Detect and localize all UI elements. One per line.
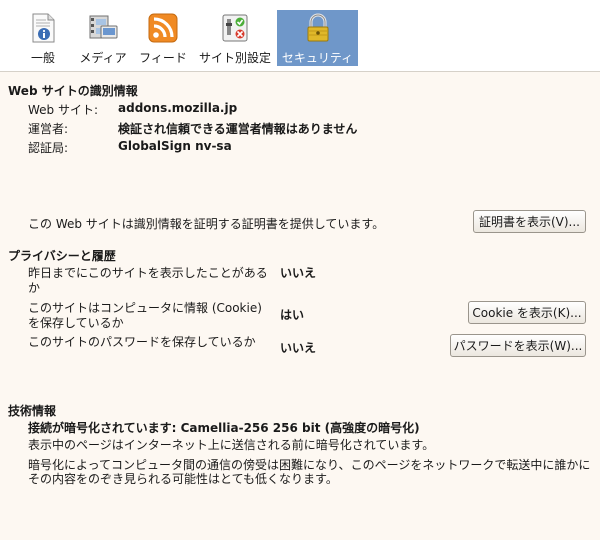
tab-media[interactable]: メディア <box>76 10 130 66</box>
website-value: addons.mozilla.jp <box>118 101 238 115</box>
identity-section-title: Web サイトの識別情報 <box>8 84 138 98</box>
encryption-status: 接続が暗号化されています: Camellia-256 256 bit (高強度の… <box>28 421 420 435</box>
owner-label: 運営者: <box>28 122 69 136</box>
info-document-icon <box>32 13 55 43</box>
owner-value: 検証され信頼できる運営者情報はありません <box>118 122 358 136</box>
password-answer: いいえ <box>280 341 317 355</box>
site-permissions-icon <box>222 14 248 42</box>
verifier-label: 認証局: <box>28 141 69 155</box>
tab-security[interactable]: セキュリティ <box>277 10 358 66</box>
encryption-description-3: その内容をのぞき見られる可能性はとても低くなります。 <box>28 472 338 486</box>
technical-section-title: 技術情報 <box>8 404 57 418</box>
website-label: Web サイト: <box>28 103 99 117</box>
cookie-question-line2: を保存しているか <box>28 316 124 330</box>
view-passwords-button[interactable]: パスワードを表示(W)... <box>450 334 586 357</box>
tab-general[interactable]: 一般 <box>16 10 70 66</box>
view-certificate-button[interactable]: 証明書を表示(V)... <box>473 210 586 233</box>
privacy-section-title: プライバシーと履歴 <box>8 249 116 263</box>
visited-question-line1: 昨日までにこのサイトを表示したことがある <box>28 266 268 280</box>
tab-security-label: セキュリティ <box>281 51 354 65</box>
verifier-value: GlobalSign nv-sa <box>118 139 232 153</box>
preferences-toolbar: 一般 メディア フィード サイト別設定 セキュリティ <box>0 0 600 72</box>
view-cookies-button[interactable]: Cookie を表示(K)... <box>468 301 586 324</box>
padlock-icon <box>307 13 328 42</box>
visited-question-line2: か <box>28 281 41 295</box>
tab-site-settings-label: サイト別設定 <box>198 51 271 65</box>
visited-answer: いいえ <box>280 266 317 280</box>
certificate-description: この Web サイトは識別情報を証明する証明書を提供しています。 <box>28 217 385 231</box>
media-film-icon <box>89 15 118 39</box>
tab-media-label: メディア <box>79 51 127 65</box>
tab-feed[interactable]: フィード <box>136 10 190 66</box>
password-question: このサイトのパスワードを保存しているか <box>28 335 256 349</box>
tab-feed-label: フィード <box>139 51 187 65</box>
tab-general-label: 一般 <box>30 51 55 65</box>
rss-feed-icon <box>148 13 178 43</box>
encryption-description-1: 表示中のページはインターネット上に送信される前に暗号化されています。 <box>28 438 435 452</box>
cookie-answer: はい <box>280 308 305 322</box>
tab-site-settings[interactable]: サイト別設定 <box>196 10 274 66</box>
